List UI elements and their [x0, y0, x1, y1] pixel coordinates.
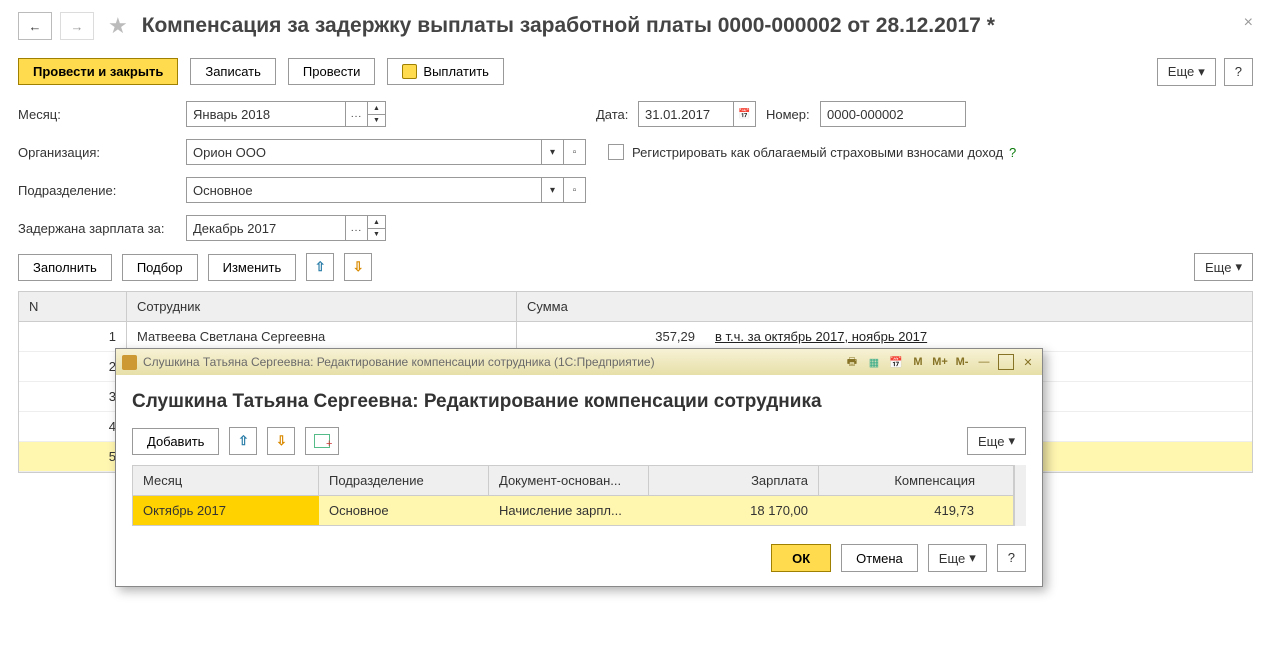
- calendar-icon[interactable]: 📅: [888, 354, 904, 370]
- compensation-table: Месяц Подразделение Документ-основан... …: [132, 465, 1014, 526]
- pay-label: Выплатить: [423, 64, 489, 79]
- dialog-title: Слушкина Татьяна Сергеевна: Редактирован…: [132, 391, 1026, 413]
- date-input[interactable]: 31.01.2017: [638, 101, 734, 127]
- m-minus-button[interactable]: M-: [954, 354, 970, 370]
- delay-picker-button[interactable]: ...: [346, 215, 368, 241]
- month-down-button[interactable]: ▼: [368, 114, 386, 127]
- dialog-close-icon[interactable]: ✕: [1020, 354, 1036, 370]
- register-checkbox[interactable]: [608, 144, 624, 160]
- dept-input[interactable]: Основное: [186, 177, 542, 203]
- col-month-header[interactable]: Месяц: [133, 466, 319, 495]
- register-label: Регистрировать как облагаемый страховыми…: [632, 145, 1003, 160]
- cancel-button[interactable]: Отмена: [841, 544, 918, 572]
- col-employee-header[interactable]: Сотрудник: [127, 292, 517, 321]
- dialog-more-button[interactable]: Еще ▾: [967, 427, 1026, 455]
- nav-forward-button[interactable]: →: [60, 12, 94, 40]
- grid-icon[interactable]: ▦: [866, 354, 882, 370]
- favorite-star-icon[interactable]: ★: [108, 13, 128, 39]
- page-title: Компенсация за задержку выплаты заработн…: [142, 14, 995, 38]
- delay-input[interactable]: Декабрь 2017: [186, 215, 346, 241]
- chevron-down-icon: ▾: [1235, 259, 1242, 275]
- col-salary-header[interactable]: Зарплата: [649, 466, 819, 495]
- number-label: Номер:: [766, 107, 820, 122]
- ok-button[interactable]: ОК: [771, 544, 831, 572]
- period-link[interactable]: в т.ч. за октябрь 2017, ноябрь 2017: [715, 329, 927, 344]
- chevron-down-icon: ▾: [969, 550, 976, 566]
- fill-button[interactable]: Заполнить: [18, 254, 112, 281]
- dialog-move-down-button[interactable]: ⇩: [267, 427, 295, 455]
- maximize-icon[interactable]: [998, 354, 1014, 370]
- submit-button[interactable]: Провести: [288, 58, 376, 85]
- date-picker-button[interactable]: 📅: [734, 101, 756, 127]
- delay-up-button[interactable]: ▲: [368, 215, 386, 228]
- pick-button[interactable]: Подбор: [122, 254, 198, 281]
- add-row-button[interactable]: Добавить: [132, 428, 219, 455]
- table-more-button[interactable]: Еще ▾: [1194, 253, 1253, 281]
- submit-and-close-button[interactable]: Провести и закрыть: [18, 58, 178, 85]
- org-input[interactable]: Орион ООО: [186, 139, 542, 165]
- scrollbar[interactable]: [1014, 465, 1026, 526]
- col-n-header[interactable]: N: [19, 292, 127, 321]
- month-label: Месяц:: [18, 107, 186, 122]
- dialog-move-up-button[interactable]: ⇧: [229, 427, 257, 455]
- org-open-button[interactable]: ▫: [564, 139, 586, 165]
- org-label: Организация:: [18, 145, 186, 160]
- help-button[interactable]: ?: [1224, 58, 1253, 86]
- delay-down-button[interactable]: ▼: [368, 228, 386, 241]
- more-button[interactable]: Еще ▾: [1157, 58, 1216, 86]
- dept-open-button[interactable]: ▫: [564, 177, 586, 203]
- org-dropdown-button[interactable]: ▾: [542, 139, 564, 165]
- table-settings-button[interactable]: [305, 427, 339, 455]
- dialog-help-button[interactable]: ?: [997, 544, 1026, 572]
- compensation-row[interactable]: Октябрь 2017 Основное Начисление зарпл..…: [133, 496, 1013, 525]
- delay-label: Задержана зарплата за:: [18, 221, 186, 236]
- chevron-down-icon: ▾: [1198, 64, 1205, 80]
- pay-button[interactable]: Выплатить: [387, 58, 504, 85]
- dialog-chrome-title: Слушкина Татьяна Сергеевна: Редактирован…: [143, 355, 655, 369]
- save-button[interactable]: Записать: [190, 58, 276, 85]
- col-dept-header[interactable]: Подразделение: [319, 466, 489, 495]
- col-comp-header[interactable]: Компенсация: [819, 466, 985, 495]
- m-button[interactable]: M: [910, 354, 926, 370]
- minimize-icon[interactable]: —: [976, 354, 992, 370]
- move-down-button[interactable]: ⇩: [344, 253, 372, 281]
- edit-button[interactable]: Изменить: [208, 254, 297, 281]
- chevron-down-icon: ▾: [1008, 433, 1015, 449]
- hint-icon[interactable]: ?: [1009, 145, 1016, 160]
- close-icon[interactable]: ×: [1244, 14, 1253, 32]
- footer-more-button[interactable]: Еще ▾: [928, 544, 987, 572]
- month-up-button[interactable]: ▲: [368, 101, 386, 114]
- date-label: Дата:: [596, 107, 638, 122]
- print-icon[interactable]: 🖶: [844, 354, 860, 370]
- col-sum-header[interactable]: Сумма: [517, 292, 705, 321]
- month-input[interactable]: Январь 2018: [186, 101, 346, 127]
- month-picker-button[interactable]: ...: [346, 101, 368, 127]
- col-doc-header[interactable]: Документ-основан...: [489, 466, 649, 495]
- dept-label: Подразделение:: [18, 183, 186, 198]
- pay-icon: [402, 64, 417, 79]
- number-input[interactable]: 0000-000002: [820, 101, 966, 127]
- dept-dropdown-button[interactable]: ▾: [542, 177, 564, 203]
- m-plus-button[interactable]: M+: [932, 354, 948, 370]
- nav-back-button[interactable]: ←: [18, 12, 52, 40]
- app-icon: [122, 355, 137, 370]
- edit-compensation-dialog: Слушкина Татьяна Сергеевна: Редактирован…: [115, 348, 1043, 587]
- move-up-button[interactable]: ⇧: [306, 253, 334, 281]
